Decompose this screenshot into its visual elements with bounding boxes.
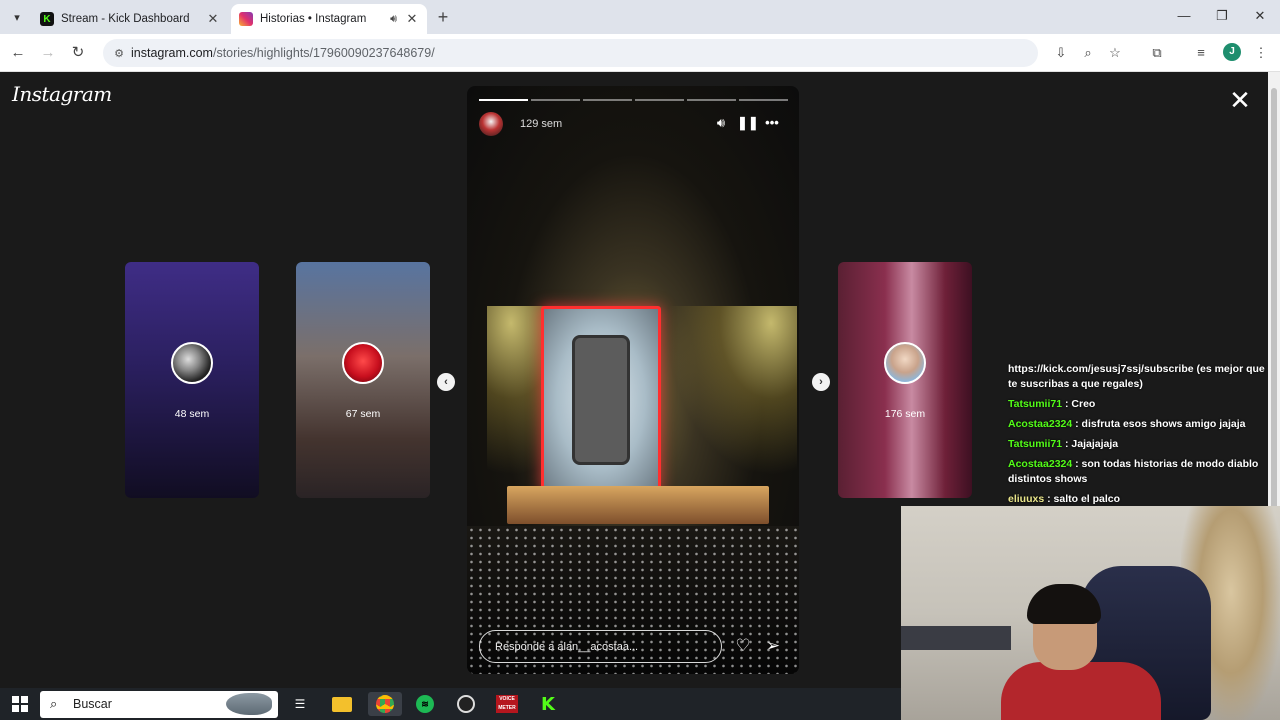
browser-toolbar: ← → ↻ ⚙ instagram.com/stories/highlights… — [0, 34, 1280, 72]
widgets-icon[interactable]: ☰ — [287, 692, 313, 716]
previous-story-chevron-icon[interactable]: ‹ — [437, 373, 455, 391]
stage — [507, 486, 769, 524]
pause-icon[interactable]: ❚❚ — [737, 115, 759, 131]
chat-text: : Creo — [1062, 398, 1096, 410]
desk-shelf — [901, 626, 1011, 650]
obs-icon[interactable] — [453, 692, 479, 716]
new-tab-plus-icon[interactable]: + — [433, 7, 453, 28]
windows-taskbar: ⌕ Buscar ☰ ≋ VOICE METER K — [0, 688, 901, 720]
chat-text: : Jajajajaja — [1062, 438, 1119, 450]
next-story-chevron-icon[interactable]: › — [812, 373, 830, 391]
close-tab-icon[interactable]: ✕ — [405, 11, 419, 27]
story-preview[interactable]: 67 sem — [296, 262, 430, 498]
tab-title: Historias • Instagram — [260, 13, 367, 25]
story-age: 129 sem — [520, 118, 563, 130]
tab-search-chevron-icon[interactable]: ▾ — [6, 6, 28, 28]
avatar — [884, 342, 926, 384]
back-arrow-icon[interactable]: ← — [8, 43, 28, 63]
minimize-icon[interactable]: — — [1174, 8, 1194, 23]
forward-arrow-icon[interactable]: → — [38, 43, 58, 63]
active-story[interactable]: 129 sem 🔊︎ ❚❚ ••• Responde a alan__acost… — [467, 86, 799, 674]
progress-segment — [531, 99, 580, 101]
streamer-shirt — [1001, 662, 1161, 720]
story-preview[interactable]: 176 sem — [838, 262, 972, 498]
chat-text: : disfruta esos shows amigo jajaja — [1072, 418, 1246, 430]
avatar — [171, 342, 213, 384]
chat-username: Tatsumii71 — [1008, 438, 1063, 450]
progress-segment — [739, 99, 788, 101]
chat-message: Acostaa2324 : son todas historias de mod… — [1003, 457, 1267, 487]
close-stories-icon[interactable]: ✕ — [1226, 86, 1254, 114]
url-text[interactable]: instagram.com/stories/highlights/1796009… — [131, 46, 435, 60]
stage-light — [667, 306, 797, 476]
story-age: 176 sem — [884, 408, 926, 420]
story-author-avatar[interactable] — [479, 112, 503, 136]
stage-screen — [541, 306, 661, 492]
chat-message: Tatsumii71 : Creo — [1003, 397, 1267, 412]
tab-kick-dashboard[interactable]: K Stream - Kick Dashboard ✕ — [32, 4, 228, 34]
url-path: /stories/highlights/17960090237648679/ — [212, 46, 435, 60]
progress-segment — [635, 99, 684, 101]
tab-instagram-stories[interactable]: Historias • Instagram 🔊︎ ✕ — [231, 4, 427, 34]
chrome-icon[interactable] — [368, 692, 402, 716]
restore-icon[interactable]: ❐ — [1212, 8, 1232, 24]
share-send-icon[interactable]: ➢ — [763, 636, 783, 656]
tab-strip: ▾ K Stream - Kick Dashboard ✕ Historias … — [0, 0, 1280, 34]
close-window-icon[interactable]: ✕ — [1250, 8, 1270, 24]
avatar — [342, 342, 384, 384]
chat-message: Tatsumii71 : Jajajajaja — [1003, 437, 1267, 452]
chat-message: Acostaa2324 : disfruta esos shows amigo … — [1003, 417, 1267, 432]
instagram-icon — [239, 12, 253, 26]
more-options-icon[interactable]: ••• — [763, 115, 781, 130]
story-age: 48 sem — [174, 408, 210, 420]
chat-message: https://kick.com/jesusj7ssj/subscribe (e… — [1003, 362, 1267, 392]
search-placeholder: Buscar — [73, 697, 112, 711]
chat-text: : salto el palco — [1044, 493, 1121, 505]
like-heart-icon[interactable]: ♡ — [733, 636, 753, 656]
progress-segment — [479, 99, 528, 101]
progress-segment — [687, 99, 736, 101]
windows-start-icon[interactable] — [12, 696, 28, 712]
instagram-logo[interactable]: Instagram — [12, 82, 112, 106]
more-menu-icon[interactable]: ⋮ — [1252, 44, 1270, 62]
search-icon: ⌕ — [50, 696, 58, 711]
media-control-icon[interactable]: ≡ — [1192, 44, 1210, 62]
extensions-puzzle-icon[interactable]: ⧉ — [1148, 44, 1166, 62]
voicemeeter-icon[interactable]: VOICE METER — [494, 692, 520, 716]
progress-segment — [583, 99, 632, 101]
screen-figure — [572, 335, 630, 465]
address-bar[interactable]: ⚙ instagram.com/stories/highlights/17960… — [103, 39, 1038, 67]
speaker-icon[interactable]: 🔊︎ — [390, 13, 397, 26]
webcam-overlay — [901, 506, 1280, 720]
file-explorer-icon[interactable] — [329, 692, 355, 716]
stream-chat-overlay: https://kick.com/jesusj7ssj/subscribe (e… — [1003, 362, 1267, 512]
kick-icon: K — [40, 12, 54, 26]
volume-icon[interactable]: 🔊︎ — [712, 115, 730, 131]
profile-avatar[interactable]: J — [1223, 43, 1241, 61]
zoom-icon[interactable]: ⌕ — [1079, 44, 1097, 62]
site-settings-icon[interactable]: ⚙ — [109, 43, 129, 63]
chat-username: Tatsumii71 — [1008, 398, 1063, 410]
chat-text: https://kick.com/jesusj7ssj/subscribe (e… — [1008, 363, 1265, 390]
kick-app-icon[interactable]: K — [535, 692, 561, 716]
reload-icon[interactable]: ↻ — [68, 43, 88, 63]
search-highlight-image — [226, 693, 272, 715]
reply-input[interactable]: Responde a alan__acostaa... — [479, 630, 722, 663]
story-preview[interactable]: 48 sem — [125, 262, 259, 498]
tab-title: Stream - Kick Dashboard — [61, 13, 190, 25]
story-progress-bar — [479, 99, 788, 101]
bookmark-star-icon[interactable]: ☆ — [1106, 44, 1124, 62]
chat-message: eliuuxs : salto el palco — [1003, 492, 1267, 507]
chat-username: Acostaa2324 — [1008, 458, 1073, 470]
streamer — [1001, 584, 1161, 720]
url-host: instagram.com — [131, 46, 213, 60]
taskbar-search-box[interactable]: ⌕ Buscar — [40, 691, 278, 718]
story-age: 67 sem — [345, 408, 381, 420]
close-tab-icon[interactable]: ✕ — [206, 11, 220, 27]
chat-username: Acostaa2324 — [1008, 418, 1073, 430]
install-app-icon[interactable]: ⇩ — [1052, 44, 1070, 62]
spotify-icon[interactable]: ≋ — [412, 692, 438, 716]
chat-username: eliuuxs — [1008, 493, 1045, 505]
voicemeeter-label: VOICE METER — [496, 695, 518, 713]
